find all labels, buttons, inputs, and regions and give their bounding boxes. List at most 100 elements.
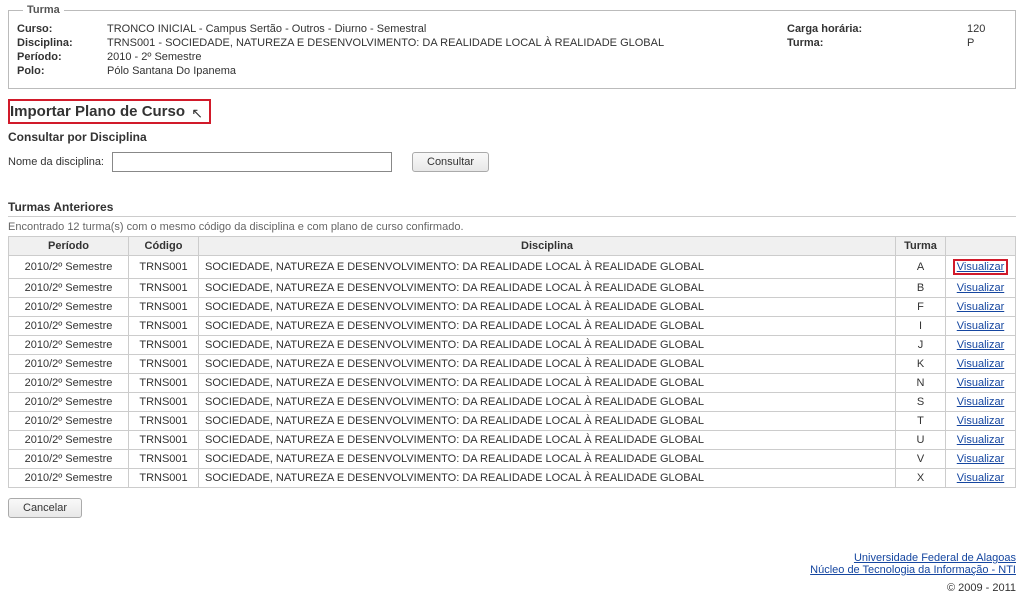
cell-codigo: TRNS001 [129,298,199,317]
visualizar-highlight: Visualizar [953,259,1009,275]
footer: Universidade Federal de Alagoas Núcleo d… [8,552,1016,594]
cell-disciplina: SOCIEDADE, NATUREZA E DESENVOLVIMENTO: D… [199,317,896,336]
visualizar-link[interactable]: Visualizar [957,472,1005,484]
footer-link-nti[interactable]: Núcleo de Tecnologia da Informação - NTI [810,564,1016,576]
polo-value: Pólo Santana Do Ipanema [107,65,787,77]
cell-action: Visualizar [946,256,1016,279]
cursor-icon: ↖ [191,105,203,122]
cell-codigo: TRNS001 [129,317,199,336]
visualizar-link[interactable]: Visualizar [957,358,1005,370]
cell-codigo: TRNS001 [129,256,199,279]
th-turma: Turma [896,237,946,256]
cell-codigo: TRNS001 [129,431,199,450]
cell-disciplina: SOCIEDADE, NATUREZA E DESENVOLVIMENTO: D… [199,256,896,279]
cell-turma: S [896,393,946,412]
cell-turma: I [896,317,946,336]
th-action [946,237,1016,256]
cell-periodo: 2010/2º Semestre [9,317,129,336]
cell-action: Visualizar [946,450,1016,469]
cell-disciplina: SOCIEDADE, NATUREZA E DESENVOLVIMENTO: D… [199,374,896,393]
polo-label: Polo: [17,65,107,77]
cell-turma: N [896,374,946,393]
curso-value: TRONCO INICIAL - Campus Sertão - Outros … [107,23,787,35]
turmas-table: Período Código Disciplina Turma 2010/2º … [8,236,1016,488]
turma-legend: Turma [23,4,64,16]
cell-periodo: 2010/2º Semestre [9,279,129,298]
curso-label: Curso: [17,23,107,35]
cell-action: Visualizar [946,412,1016,431]
page-title-highlight: Importar Plano de Curso ↖ [8,99,211,124]
table-row: 2010/2º SemestreTRNS001SOCIEDADE, NATURE… [9,317,1016,336]
cell-periodo: 2010/2º Semestre [9,355,129,374]
table-row: 2010/2º SemestreTRNS001SOCIEDADE, NATURE… [9,431,1016,450]
cell-turma: F [896,298,946,317]
cell-action: Visualizar [946,355,1016,374]
footer-link-university[interactable]: Universidade Federal de Alagoas [854,552,1016,564]
cell-turma: U [896,431,946,450]
visualizar-link[interactable]: Visualizar [957,261,1005,273]
cell-turma: J [896,336,946,355]
cancelar-button[interactable]: Cancelar [8,498,82,518]
cell-action: Visualizar [946,374,1016,393]
cell-action: Visualizar [946,469,1016,488]
consultar-button[interactable]: Consultar [412,152,489,172]
cell-periodo: 2010/2º Semestre [9,412,129,431]
cell-turma: T [896,412,946,431]
previous-turmas-title: Turmas Anteriores [8,200,1016,217]
cell-periodo: 2010/2º Semestre [9,336,129,355]
cell-action: Visualizar [946,393,1016,412]
cell-disciplina: SOCIEDADE, NATUREZA E DESENVOLVIMENTO: D… [199,431,896,450]
cell-action: Visualizar [946,336,1016,355]
consult-section-title: Consultar por Disciplina [8,130,1016,144]
cell-action: Visualizar [946,298,1016,317]
found-text: Encontrado 12 turma(s) com o mesmo códig… [8,221,1016,233]
cell-codigo: TRNS001 [129,469,199,488]
disciplina-search-input[interactable] [112,152,392,172]
cell-disciplina: SOCIEDADE, NATUREZA E DESENVOLVIMENTO: D… [199,355,896,374]
cell-action: Visualizar [946,317,1016,336]
visualizar-link[interactable]: Visualizar [957,301,1005,313]
cell-action: Visualizar [946,279,1016,298]
visualizar-link[interactable]: Visualizar [957,339,1005,351]
cell-codigo: TRNS001 [129,279,199,298]
table-row: 2010/2º SemestreTRNS001SOCIEDADE, NATURE… [9,374,1016,393]
th-periodo: Período [9,237,129,256]
table-row: 2010/2º SemestreTRNS001SOCIEDADE, NATURE… [9,450,1016,469]
periodo-value: 2010 - 2º Semestre [107,51,787,63]
table-row: 2010/2º SemestreTRNS001SOCIEDADE, NATURE… [9,355,1016,374]
visualizar-link[interactable]: Visualizar [957,320,1005,332]
visualizar-link[interactable]: Visualizar [957,396,1005,408]
cell-codigo: TRNS001 [129,374,199,393]
th-codigo: Código [129,237,199,256]
cell-periodo: 2010/2º Semestre [9,469,129,488]
table-row: 2010/2º SemestreTRNS001SOCIEDADE, NATURE… [9,336,1016,355]
cell-disciplina: SOCIEDADE, NATUREZA E DESENVOLVIMENTO: D… [199,393,896,412]
visualizar-link[interactable]: Visualizar [957,282,1005,294]
turma-right-value: P [967,37,1007,49]
cell-disciplina: SOCIEDADE, NATUREZA E DESENVOLVIMENTO: D… [199,279,896,298]
cell-turma: X [896,469,946,488]
cell-action: Visualizar [946,431,1016,450]
cell-turma: V [896,450,946,469]
periodo-label: Período: [17,51,107,63]
table-row: 2010/2º SemestreTRNS001SOCIEDADE, NATURE… [9,256,1016,279]
cell-turma: K [896,355,946,374]
disciplina-label: Disciplina: [17,37,107,49]
search-label: Nome da disciplina: [8,156,104,168]
table-row: 2010/2º SemestreTRNS001SOCIEDADE, NATURE… [9,412,1016,431]
page-title: Importar Plano de Curso [10,103,185,120]
cell-turma: A [896,256,946,279]
visualizar-link[interactable]: Visualizar [957,415,1005,427]
cell-codigo: TRNS001 [129,393,199,412]
cell-periodo: 2010/2º Semestre [9,298,129,317]
visualizar-link[interactable]: Visualizar [957,377,1005,389]
cell-periodo: 2010/2º Semestre [9,256,129,279]
cell-turma: B [896,279,946,298]
turma-fieldset: Turma Curso: TRONCO INICIAL - Campus Ser… [8,4,1016,89]
cell-periodo: 2010/2º Semestre [9,374,129,393]
visualizar-link[interactable]: Visualizar [957,453,1005,465]
cell-periodo: 2010/2º Semestre [9,393,129,412]
table-row: 2010/2º SemestreTRNS001SOCIEDADE, NATURE… [9,393,1016,412]
turma-right-label: Turma: [787,37,823,49]
visualizar-link[interactable]: Visualizar [957,434,1005,446]
